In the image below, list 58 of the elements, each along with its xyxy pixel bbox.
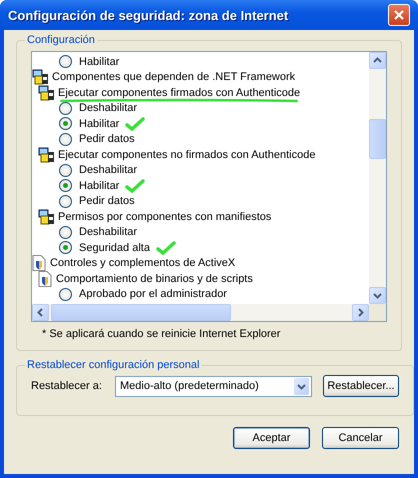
radio-button[interactable] [59, 288, 72, 301]
level-dropdown[interactable]: Medio-alto (predeterminado) [115, 376, 312, 396]
category-label: Comportamiento de binarios y de scripts [56, 272, 253, 285]
radio-button[interactable] [59, 55, 72, 68]
component-icon [38, 208, 54, 225]
scroll-thumb[interactable] [51, 304, 231, 321]
shield-document-icon [38, 270, 52, 287]
horizontal-scrollbar[interactable] [32, 304, 369, 321]
chevron-left-icon [36, 308, 45, 317]
scroll-up-button[interactable] [369, 52, 386, 69]
category-label: Controles y complementos de ActiveX [50, 257, 236, 270]
group-title: Configuración [26, 34, 96, 46]
restart-note: * Se aplicará cuando se reinicie Internet Explorer [41, 327, 282, 342]
component-icon [38, 84, 54, 101]
radio-button[interactable] [59, 241, 72, 254]
chevron-right-icon [356, 308, 365, 317]
check-mark-icon [125, 116, 146, 131]
option-label: Aprobado por el administrador [79, 288, 227, 300]
category-label: Permisos por componentes con manifiestos [58, 210, 272, 223]
dialog-button[interactable]: Aceptar [233, 427, 310, 449]
radio-button[interactable] [59, 117, 72, 130]
category-label: Ejecutar componentes firmados con Authenticode [58, 86, 300, 99]
scroll-thumb[interactable] [369, 119, 386, 159]
chevron-down-icon [373, 291, 382, 300]
radio-button[interactable] [59, 226, 72, 239]
window-title: Configuración de seguridad: zona de Internet [8, 8, 288, 22]
option-label: Pedir datos [79, 133, 135, 146]
close-button[interactable] [388, 4, 410, 26]
chevron-up-icon [373, 56, 382, 65]
check-mark-icon [156, 240, 176, 255]
scroll-down-button[interactable] [369, 287, 386, 304]
option-label: Seguridad alta [79, 242, 150, 254]
check-mark-icon [125, 178, 146, 193]
component-icon [38, 146, 54, 163]
option-label: Deshabilitar [79, 164, 138, 176]
category-label: Componentes que dependen de .NET Framework [52, 71, 296, 84]
scroll-left-button[interactable] [32, 304, 49, 321]
dialog-button[interactable]: Cancelar [322, 427, 399, 449]
field-label: Restablecer a: [31, 380, 103, 392]
scrollbar-corner [369, 304, 386, 321]
vertical-scrollbar[interactable] [369, 52, 386, 304]
radio-button[interactable] [59, 194, 72, 208]
scroll-right-button[interactable] [352, 304, 369, 321]
option-label: Pedir datos [79, 195, 135, 208]
close-icon [393, 9, 405, 21]
radio-button[interactable] [59, 164, 72, 177]
option-label: Deshabilitar [79, 102, 138, 114]
chevron-down-icon [297, 382, 306, 390]
reset-button[interactable]: Restablecer... [323, 375, 399, 397]
category-label: Ejecutar componentes no firmados con Authenticode [58, 148, 316, 161]
option-label: Habilitar [79, 180, 120, 192]
option-label: Deshabilitar [79, 226, 138, 238]
radio-button[interactable] [59, 179, 72, 192]
option-label: Habilitar [79, 118, 120, 130]
radio-button[interactable] [59, 132, 72, 146]
option-label: Habilitar [79, 56, 120, 68]
group-title: Restablecer configuración personal [26, 359, 200, 371]
radio-button[interactable] [59, 102, 72, 115]
